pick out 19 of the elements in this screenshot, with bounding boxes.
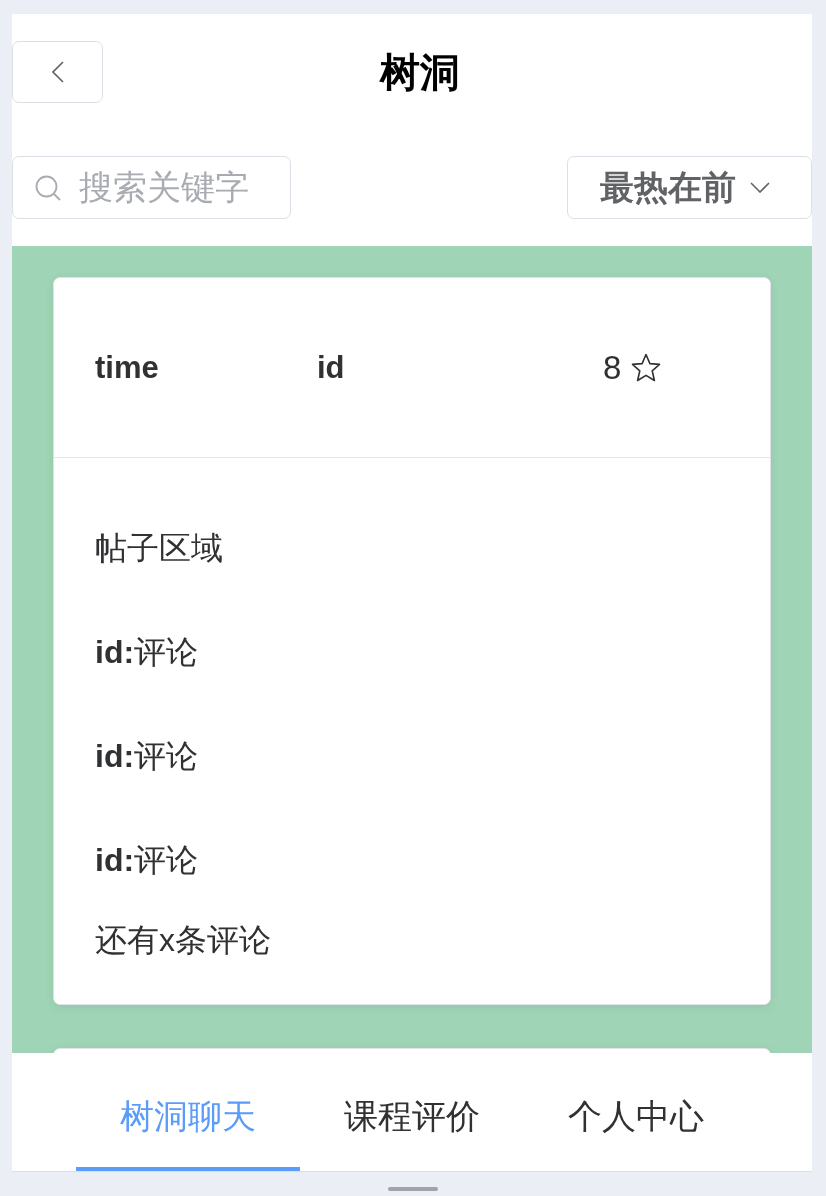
- like-count: 8: [603, 348, 622, 387]
- post-text: 帖子区域: [95, 529, 223, 568]
- post-card[interactable]: time id 8 帖子区域 id:评论 id:评论 id:评论 还有x条评论: [53, 277, 771, 1005]
- post-author-id: id: [317, 349, 345, 386]
- home-indicator: [388, 1187, 438, 1191]
- tab[interactable]: 课程评价: [300, 1053, 524, 1171]
- more-comments-link[interactable]: 还有x条评论: [95, 918, 271, 962]
- tab[interactable]: 个人中心: [524, 1053, 748, 1171]
- search-field[interactable]: 搜索关键字: [12, 156, 291, 219]
- star-icon[interactable]: [631, 352, 662, 383]
- chevron-left-icon: [51, 61, 64, 83]
- search-icon: [35, 175, 61, 201]
- comment-text: id:评论: [95, 633, 199, 672]
- page-title: 树洞: [380, 49, 460, 96]
- comment-text: id:评论: [95, 737, 199, 776]
- caret-down-icon: [750, 182, 770, 193]
- sort-dropdown[interactable]: 最热在前: [567, 156, 812, 219]
- comment-text: id:评论: [95, 841, 199, 880]
- post-time: time: [95, 349, 159, 386]
